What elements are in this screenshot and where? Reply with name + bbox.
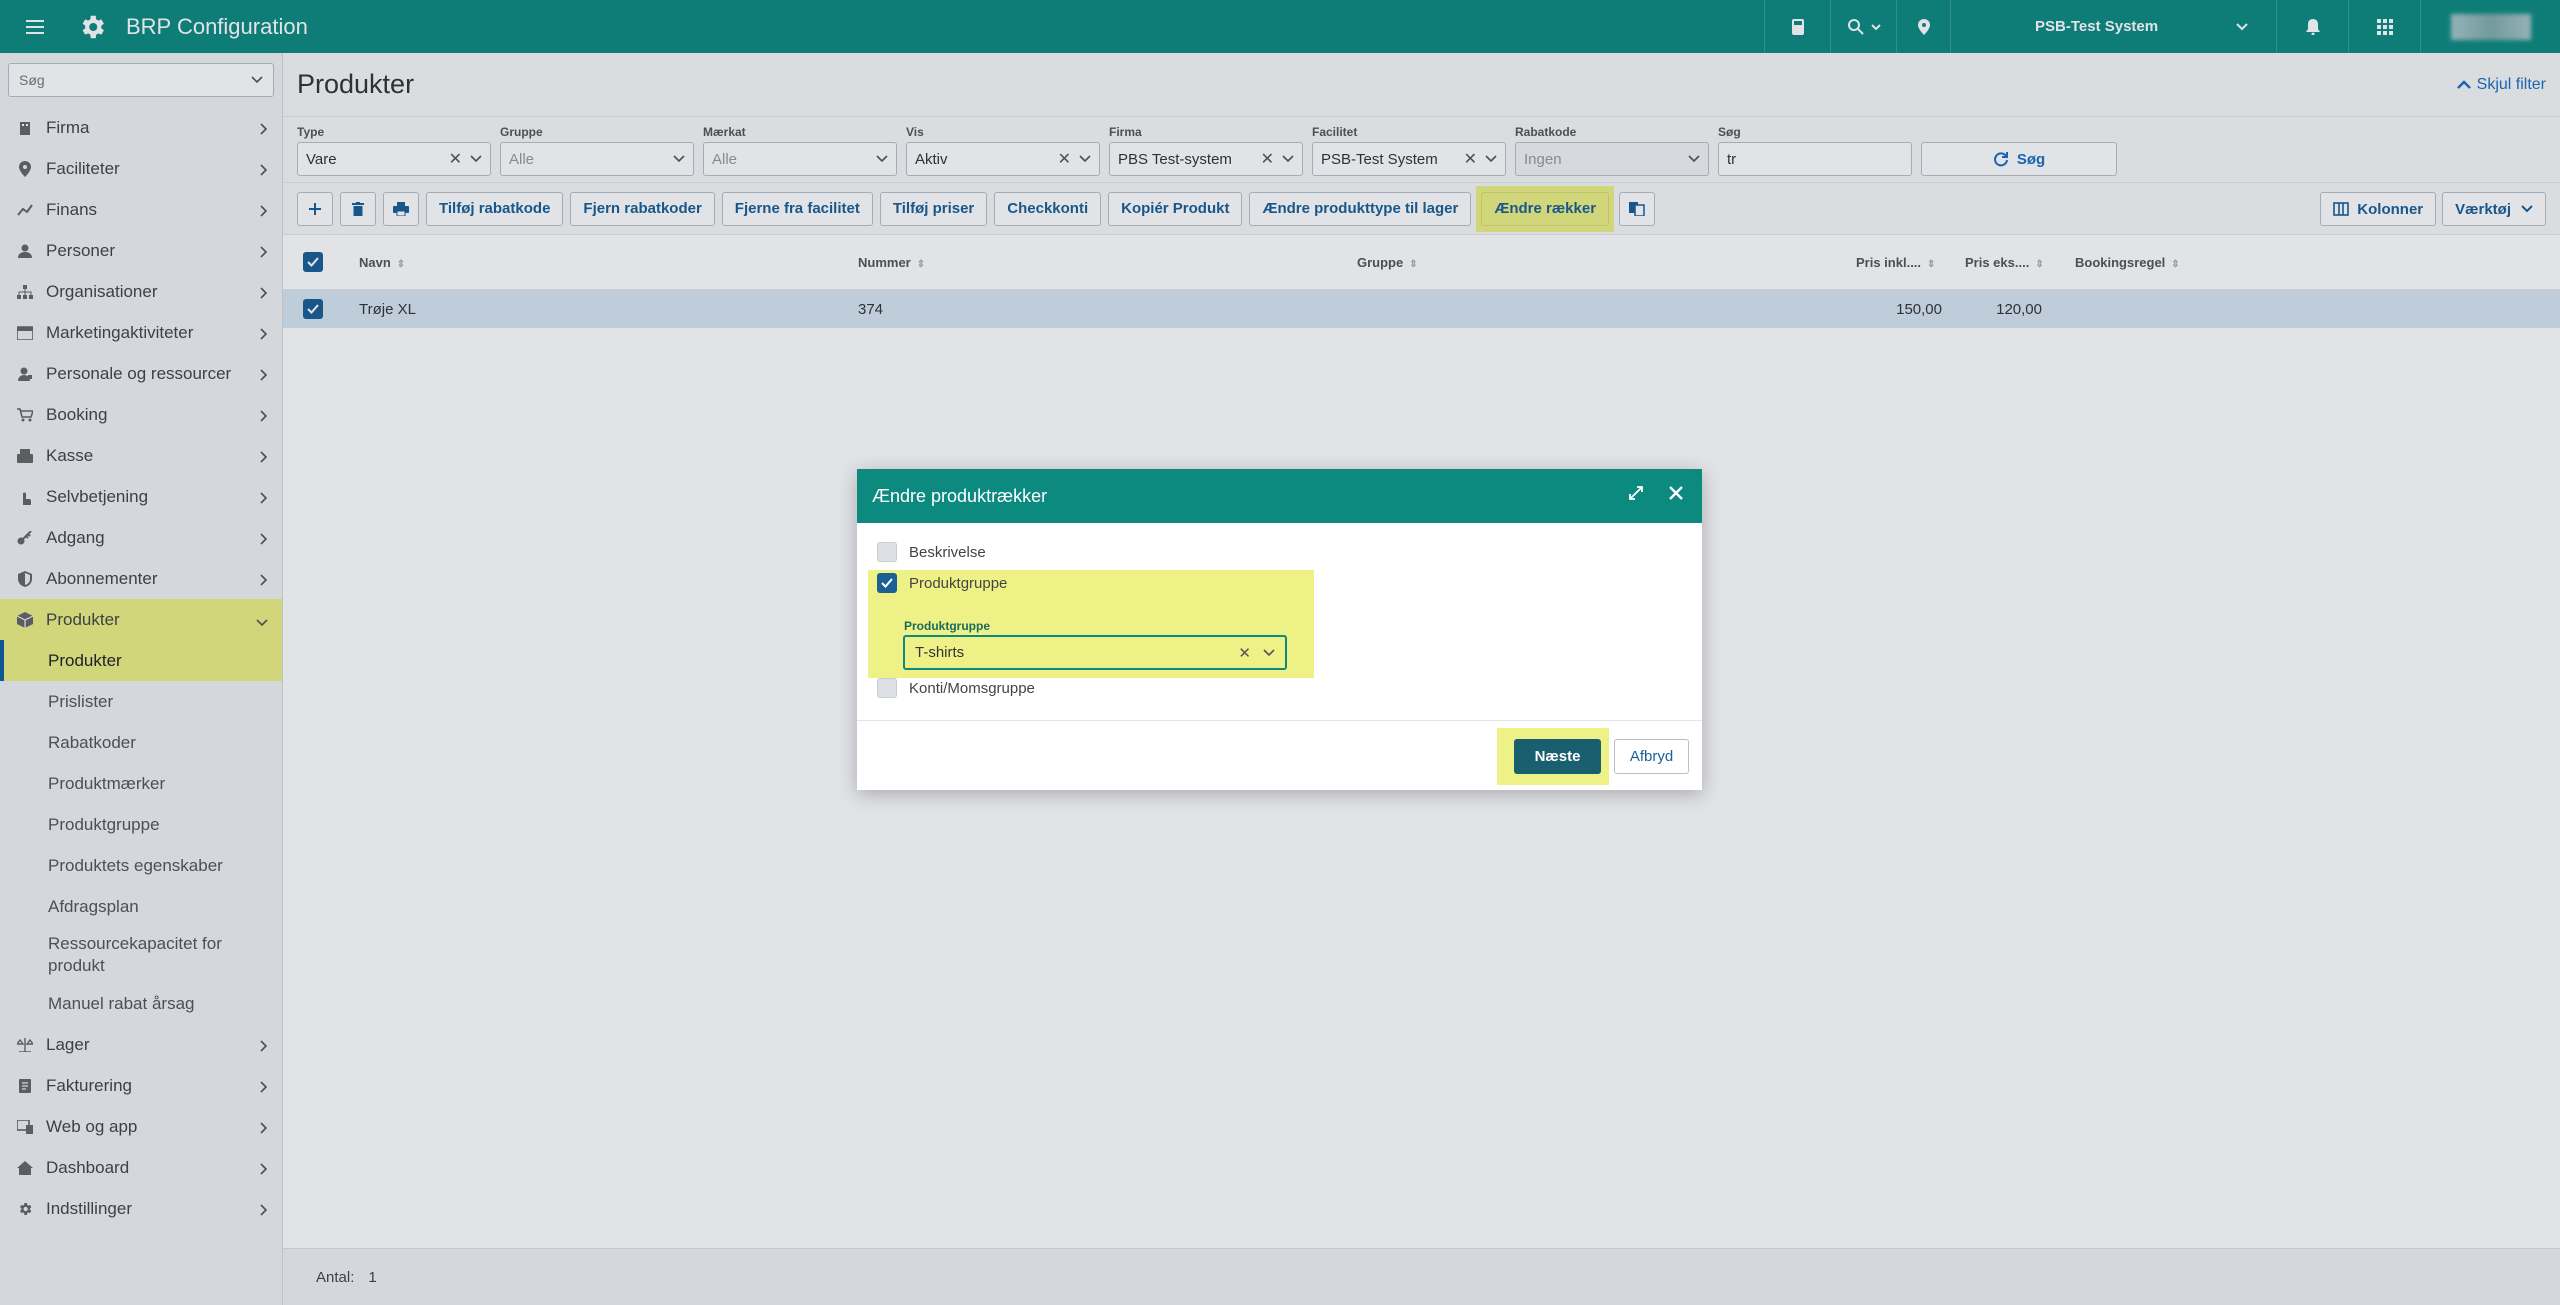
produktgruppe-checkbox[interactable] — [877, 573, 897, 593]
option-konti[interactable]: Konti/Momsgruppe — [877, 678, 1035, 698]
dialog-header: Ændre produktrækker — [857, 469, 1702, 523]
clear-icon[interactable]: ✕ — [1238, 644, 1251, 662]
option-produktgruppe[interactable]: Produktgruppe — [877, 573, 1007, 593]
dialog-footer: Næste Afbryd — [857, 721, 1702, 790]
dialog-title: Ændre produktrækker — [872, 485, 1048, 506]
produktgruppe-field-label: Produktgruppe — [904, 619, 990, 633]
next-button[interactable]: Næste — [1514, 739, 1601, 774]
expand-icon[interactable] — [1628, 485, 1644, 506]
close-icon[interactable] — [1668, 485, 1684, 506]
produktgruppe-value: T-shirts — [915, 644, 965, 661]
konti-label: Konti/Momsgruppe — [909, 679, 1035, 697]
beskrivelse-label: Beskrivelse — [909, 543, 986, 561]
chevron-down-icon — [1263, 648, 1275, 656]
produktgruppe-label: Produktgruppe — [909, 574, 1008, 592]
change-rows-dialog: Ændre produktrækker Beskrivelse Produktg… — [857, 469, 1702, 790]
dialog-body: Beskrivelse Produktgruppe Produktgruppe … — [857, 523, 1702, 721]
cancel-button[interactable]: Afbryd — [1614, 739, 1689, 774]
produktgruppe-select[interactable]: T-shirts ✕ — [903, 635, 1287, 670]
konti-checkbox[interactable] — [877, 678, 897, 698]
beskrivelse-checkbox[interactable] — [877, 542, 897, 562]
option-beskrivelse[interactable]: Beskrivelse — [877, 542, 986, 562]
check-icon — [881, 578, 893, 588]
